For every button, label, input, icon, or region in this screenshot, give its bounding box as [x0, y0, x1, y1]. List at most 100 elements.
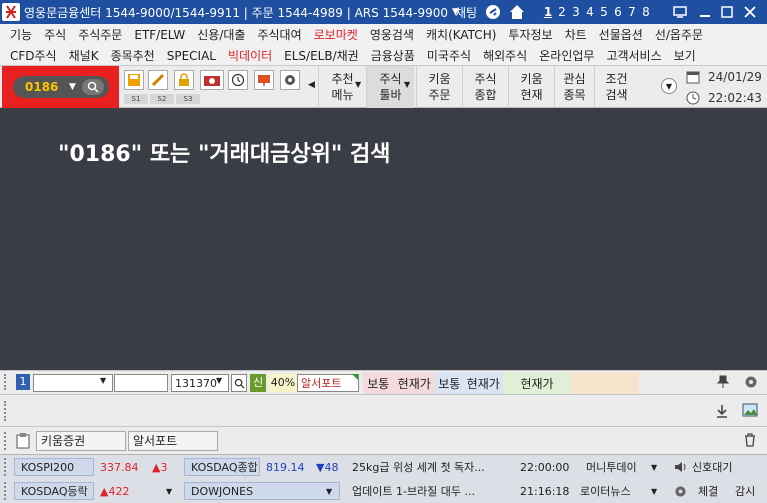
slot-s1[interactable]: S1 [124, 94, 148, 104]
gear-icon[interactable] [744, 375, 758, 392]
menu-item[interactable]: 고객서비스 [600, 47, 667, 64]
screen-1[interactable]: 1 [542, 5, 554, 19]
clipboard-icon[interactable] [16, 433, 30, 452]
chevron-down-icon[interactable]: ▼ [651, 458, 657, 476]
screen-7[interactable]: 7 [626, 5, 638, 19]
lock-icon[interactable] [174, 70, 194, 90]
slot-s2[interactable]: S2 [150, 94, 174, 104]
download-icon[interactable] [715, 404, 729, 421]
menu-item[interactable]: 미국주식 [421, 47, 477, 64]
condition-search-button[interactable]: 조건 검색 [594, 66, 638, 108]
maximize-icon[interactable] [718, 3, 736, 21]
news-source[interactable]: 로이터뉴스 [580, 482, 631, 500]
menu-item[interactable]: SPECIAL [161, 49, 222, 63]
slot-number[interactable]: 1 [16, 374, 30, 390]
drag-handle[interactable] [4, 401, 10, 421]
chevron-down-icon[interactable]: ▼ [355, 80, 361, 89]
menu-item-robo-market[interactable]: 로보마켓 [308, 26, 364, 43]
close-icon[interactable] [741, 3, 759, 21]
menu-item[interactable]: 채널K [63, 47, 105, 64]
execution-button[interactable]: 체결 [698, 482, 718, 500]
menu-item[interactable]: 선물옵션 [593, 26, 649, 43]
chevron-down-icon[interactable]: ▼ [651, 482, 657, 500]
index-name[interactable]: KOSDAQ종합 [184, 458, 260, 476]
screen-code-box[interactable]: 0186 ▼ [13, 76, 109, 98]
screen-4[interactable]: 4 [584, 5, 596, 19]
gear-icon[interactable] [674, 482, 687, 500]
menu-item[interactable]: CFD주식 [4, 47, 63, 64]
menu-item[interactable]: 주식대여 [251, 26, 307, 43]
screen-6[interactable]: 6 [612, 5, 624, 19]
index-name[interactable]: KOSDAQ등락 [14, 482, 94, 500]
brush-icon[interactable] [148, 70, 168, 90]
gear-icon[interactable] [280, 70, 300, 90]
price-cell-1[interactable]: 보통 현재가 [363, 372, 435, 394]
home-icon[interactable] [508, 3, 524, 19]
drag-handle[interactable] [4, 432, 10, 450]
menu-item[interactable]: 주식 [38, 26, 72, 43]
price-cell-3[interactable]: 현재가 [503, 372, 571, 394]
image-icon[interactable] [742, 403, 758, 420]
chevron-down-icon[interactable]: ▼ [326, 482, 332, 500]
menu-item-big-data[interactable]: 빅데이터 [222, 47, 278, 64]
stock-overview-button[interactable]: 주식 종합 [462, 66, 508, 108]
drag-handle[interactable] [4, 374, 10, 390]
favorite-stock[interactable]: 알서포트 [128, 431, 218, 451]
chevron-down-icon[interactable]: ▼ [404, 80, 410, 89]
menu-item[interactable]: 해외주식 [477, 47, 533, 64]
presentation-icon[interactable] [254, 70, 274, 90]
index-name[interactable]: KOSPI200 [14, 458, 94, 476]
chevron-left-icon[interactable]: ◀ [308, 80, 315, 90]
screen-5[interactable]: 5 [598, 5, 610, 19]
drag-handle[interactable] [4, 482, 10, 500]
signal-status[interactable]: 신호대기 [692, 458, 732, 476]
price-cell-2[interactable]: 보통 현재가 [435, 372, 503, 394]
menu-item[interactable]: ETF/ELW [128, 28, 191, 42]
speaker-icon[interactable] [674, 458, 688, 476]
clock-icon[interactable] [228, 70, 248, 90]
screen-3[interactable]: 3 [570, 5, 582, 19]
drag-handle[interactable] [4, 458, 10, 476]
menu-item[interactable]: 차트 [559, 26, 593, 43]
index-name[interactable]: DOWJONES [184, 482, 340, 500]
monitor-icon[interactable] [671, 3, 689, 21]
news-source[interactable]: 머니투데이 [586, 458, 637, 476]
search-icon[interactable] [231, 374, 247, 392]
monitor-button[interactable]: 감시 [735, 482, 755, 500]
menu-item[interactable]: 기능 [4, 26, 38, 43]
pin-icon[interactable] [716, 375, 730, 392]
menu-item[interactable]: 투자정보 [502, 26, 558, 43]
save-icon[interactable] [124, 70, 144, 90]
screen-2[interactable]: 2 [556, 5, 568, 19]
chevron-down-icon[interactable]: ▼ [216, 376, 222, 385]
news-headline[interactable]: 업데이트 1-브라질 대두 ... [352, 482, 475, 500]
chevron-down-icon[interactable]: ▼ [69, 82, 76, 92]
news-headline[interactable]: 25kg급 위성 세계 첫 독자... [352, 458, 485, 476]
menu-item[interactable]: 보기 [668, 47, 702, 64]
chevron-down-icon[interactable]: ▼ [661, 78, 677, 94]
screen-code-input[interactable]: 0186 [25, 80, 69, 94]
camera-icon[interactable] [200, 70, 224, 90]
menu-item[interactable]: 온라인업무 [533, 47, 600, 64]
price-cell-4[interactable] [571, 372, 639, 394]
menu-item[interactable]: ELS/ELB/채권 [278, 47, 365, 64]
chat-icon[interactable] [485, 4, 501, 20]
search-icon[interactable] [81, 79, 104, 95]
menu-item[interactable]: 캐치(KATCH) [420, 26, 502, 43]
kiwoom-current-button[interactable]: 키움 현재 [508, 66, 554, 108]
chat-label[interactable]: 채팅 [455, 4, 477, 21]
menu-item[interactable]: 금융상품 [365, 47, 421, 64]
screen-8[interactable]: 8 [640, 5, 652, 19]
menu-item[interactable]: 영웅검색 [364, 26, 420, 43]
favorite-broker[interactable]: 키움증권 [36, 431, 126, 451]
menu-item[interactable]: 신용/대출 [191, 26, 251, 43]
account-password-input[interactable] [114, 374, 168, 392]
menu-item[interactable]: 주식주문 [72, 26, 128, 43]
chevron-down-icon[interactable]: ▼ [166, 482, 172, 500]
watchlist-button[interactable]: 관심 종목 [554, 66, 594, 108]
minimize-icon[interactable] [696, 3, 714, 21]
chevron-down-icon[interactable]: ▼ [100, 376, 106, 385]
menu-item[interactable]: 종목추천 [105, 47, 161, 64]
menu-item[interactable]: 선/옵주문 [649, 26, 709, 43]
trash-icon[interactable] [744, 433, 756, 450]
